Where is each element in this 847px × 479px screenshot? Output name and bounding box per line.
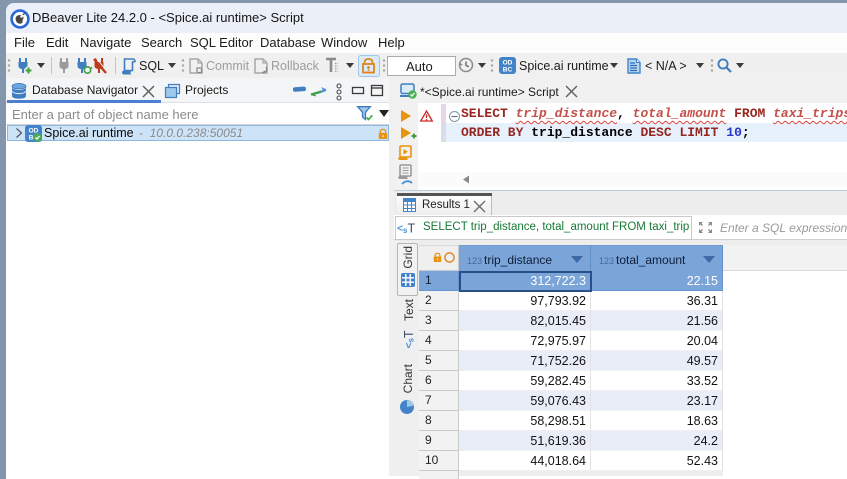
svg-text:T: T: [402, 330, 416, 338]
svg-text:BC: BC: [503, 67, 513, 74]
svg-text:<: <: [403, 342, 415, 348]
svg-text:OD: OD: [503, 60, 513, 67]
svg-text:T: T: [408, 222, 416, 236]
svg-text:s: s: [407, 338, 416, 343]
